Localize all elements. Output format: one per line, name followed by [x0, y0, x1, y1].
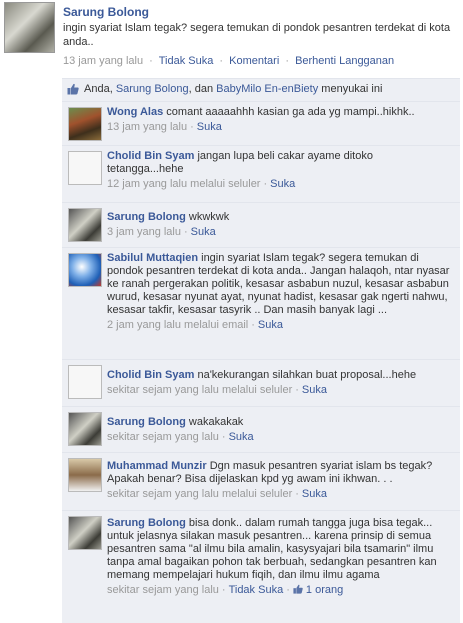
thumbs-up-icon [293, 584, 303, 594]
commenter-name[interactable]: Cholid Bin Syam [107, 150, 194, 162]
comment-text: comant aaaaahhh kasian ga ada yg mampi..… [166, 106, 415, 118]
likes-text: Anda, Sarung Bolong, dan BabyMilo En-enB… [84, 83, 383, 95]
comment-meta: sekitar sejam yang lalu melalui seluler ·… [107, 488, 327, 500]
commenter-name[interactable]: Sarung Bolong [107, 211, 186, 223]
like-link[interactable]: Suka [302, 384, 327, 396]
comment-item: Sarung Bolong wakakakak sekitar sejam ya… [62, 406, 460, 452]
comment-text: wakakakak [188, 416, 244, 428]
comment-meta: 13 jam yang lalu · Suka [107, 121, 222, 133]
comment-meta: 12 jam yang lalu melalui seluler · Suka [107, 178, 296, 190]
comment-item: Sarung Bolong wkwkwk 3 jam yang lalu · Suk… [62, 202, 460, 247]
commenter-name[interactable]: Sarung Bolong [107, 416, 186, 428]
commenter-name[interactable]: Cholid Bin Syam [107, 369, 194, 381]
unlike-link[interactable]: Tidak Suka [229, 584, 284, 596]
comment-meta: 2 jam yang lalu melalui email · Suka [107, 319, 283, 331]
comment-item: Sabilul Muttaqien ingin syariat Islam te… [62, 247, 460, 359]
comment-time: 2 jam yang lalu melalui email [107, 319, 249, 331]
comment-meta: sekitar sejam yang lalu · Tidak Suka · 1 or… [107, 584, 344, 596]
comment-link[interactable]: Komentari [229, 55, 279, 67]
commenter-avatar[interactable] [68, 516, 102, 550]
comment-meta: sekitar sejam yang lalu · Suka [107, 431, 254, 443]
separator: · [219, 55, 224, 67]
comment-time: sekitar sejam yang lalu [107, 431, 219, 443]
comment-time: 3 jam yang lalu [107, 226, 181, 238]
commenter-avatar[interactable] [68, 253, 102, 287]
like-link[interactable]: Suka [191, 226, 216, 238]
unsubscribe-link[interactable]: Berhenti Langganan [295, 55, 394, 67]
like-link[interactable]: Suka [302, 488, 327, 500]
commenter-avatar[interactable] [68, 458, 102, 492]
comment-time: sekitar sejam yang lalu melalui seluler [107, 384, 293, 396]
comment-item: Wong Alas comant aaaaahhh kasian ga ada … [62, 101, 460, 145]
commenter-name[interactable]: Sarung Bolong [107, 517, 186, 529]
comment-time: sekitar sejam yang lalu [107, 584, 219, 596]
likes-bar: Anda, Sarung Bolong, dan BabyMilo En-enB… [62, 78, 460, 101]
post-time: 13 jam yang lalu [63, 55, 144, 67]
post-author-avatar[interactable] [4, 2, 55, 53]
separator: · [285, 55, 289, 67]
post-text: ingin syariat Islam tegak? segera temuka… [63, 22, 451, 48]
post-author-name[interactable]: Sarung Bolong [63, 5, 149, 19]
comment-time: 12 jam yang lalu melalui seluler [107, 178, 261, 190]
like-link[interactable]: Suka [197, 121, 222, 133]
comment-time: 13 jam yang lalu [107, 121, 188, 133]
comment-item: Muhammad Munzir Dgn masuk pesantren syar… [62, 452, 460, 510]
like-link[interactable]: Suka [258, 319, 283, 331]
likes-count-link[interactable]: 1 orang [306, 584, 343, 596]
comment-item: Cholid Bin Syam jangan lupa beli cakar a… [62, 145, 460, 202]
commenter-name[interactable]: Muhammad Munzir [107, 460, 207, 472]
comment-item: Sarung Bolong bisa donk.. dalam rumah ta… [62, 510, 460, 623]
unlike-link[interactable]: Tidak Suka [159, 55, 214, 67]
commenter-avatar[interactable] [68, 151, 102, 185]
commenter-avatar[interactable] [68, 208, 102, 242]
comment-meta: 3 jam yang lalu · Suka [107, 226, 216, 238]
comment-time: sekitar sejam yang lalu melalui seluler [107, 488, 293, 500]
comment-item: Cholid Bin Syam na'kekurangan silahkan b… [62, 359, 460, 406]
liker-link[interactable]: Sarung Bolong [116, 83, 189, 95]
post-meta: 13 jam yang lalu · Tidak Suka · Komentar… [63, 55, 394, 67]
commenter-avatar[interactable] [68, 412, 102, 446]
commenter-name[interactable]: Wong Alas [107, 106, 163, 118]
like-link[interactable]: Suka [270, 178, 295, 190]
thumbs-up-icon [67, 83, 79, 95]
separator: · [149, 55, 153, 67]
like-link[interactable]: Suka [229, 431, 254, 443]
commenter-avatar[interactable] [68, 365, 102, 399]
commenter-avatar[interactable] [68, 107, 102, 141]
comment-meta: sekitar sejam yang lalu melalui seluler ·… [107, 384, 327, 396]
comment-text: na'kekurangan silahkan buat proposal...h… [197, 369, 417, 381]
comment-text: wkwkwk [188, 211, 230, 223]
liker-link[interactable]: BabyMilo En-enBiety [216, 83, 318, 95]
commenter-name[interactable]: Sabilul Muttaqien [107, 252, 198, 264]
